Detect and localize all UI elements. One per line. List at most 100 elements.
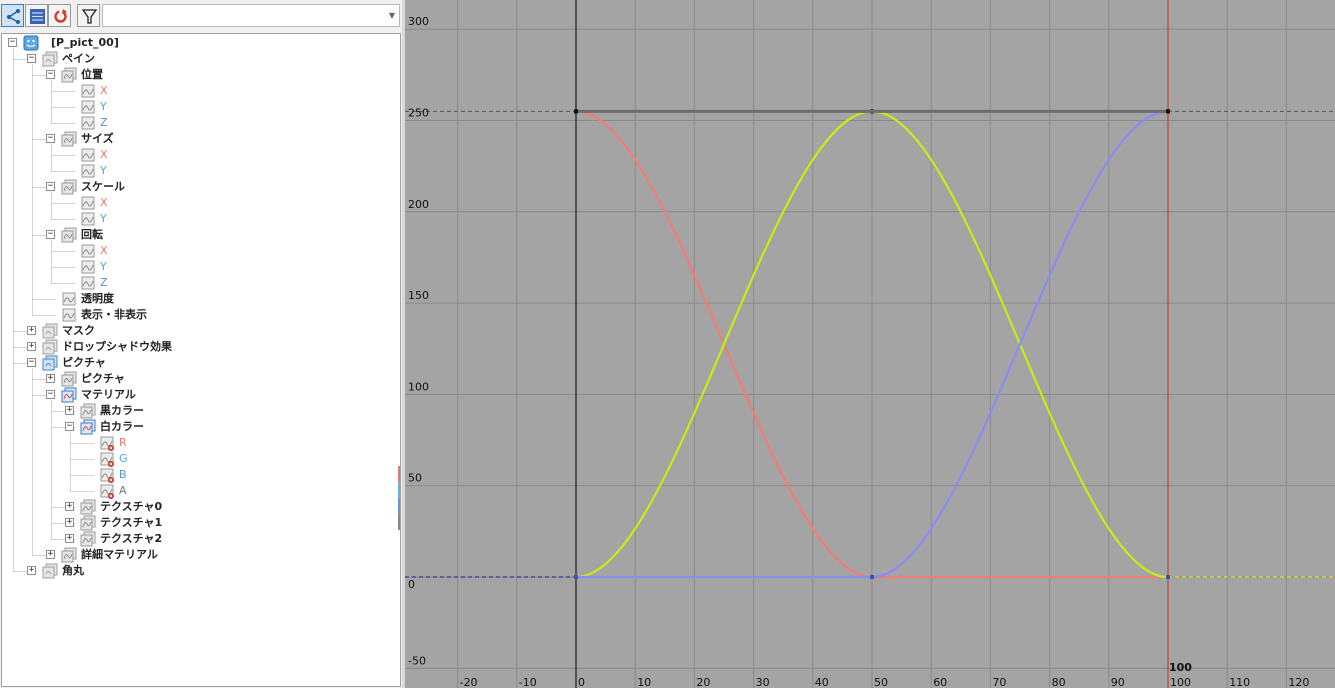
curve-icon bbox=[80, 99, 96, 115]
curve-key-icon bbox=[99, 467, 115, 483]
tree-node-rotation-z[interactable]: Z bbox=[2, 275, 398, 291]
collapse-toggle-icon[interactable]: − bbox=[46, 230, 55, 239]
expand-toggle-icon[interactable]: + bbox=[65, 502, 74, 511]
refresh-icon bbox=[54, 9, 67, 23]
tree-node-white-b[interactable]: B bbox=[2, 467, 398, 483]
tree-view-button[interactable] bbox=[1, 4, 24, 27]
tree-node-size-y[interactable]: Y bbox=[2, 163, 398, 179]
tree-node-visibility[interactable]: 表示・非表示 bbox=[2, 307, 398, 323]
filter-combo[interactable]: ▼ bbox=[102, 4, 400, 27]
expand-toggle-icon[interactable]: + bbox=[65, 518, 74, 527]
curve-group-icon bbox=[61, 67, 77, 83]
collapse-toggle-icon[interactable]: − bbox=[8, 38, 17, 47]
tree-node-texture2[interactable]: + テクスチャ2 bbox=[2, 531, 398, 547]
tree-node-position-x[interactable]: X bbox=[2, 83, 398, 99]
tree-node-rotation[interactable]: − 回転 bbox=[2, 227, 398, 243]
x-tick-label: 50 bbox=[874, 676, 888, 688]
x-tick-label: 10 bbox=[637, 676, 651, 688]
tree-node-position[interactable]: − 位置 bbox=[2, 67, 398, 83]
expand-toggle-icon[interactable]: + bbox=[27, 326, 36, 335]
tree-node-picture-sub[interactable]: + ピクチャ bbox=[2, 371, 398, 387]
tree-node-label: ピクチャ bbox=[62, 356, 106, 369]
tree-node-black-color[interactable]: + 黒カラー bbox=[2, 403, 398, 419]
tree-icon bbox=[7, 9, 20, 24]
tree-node-white-color[interactable]: − 白カラー bbox=[2, 419, 398, 435]
expand-toggle-icon[interactable]: + bbox=[65, 406, 74, 415]
tree-node-label: 詳細マテリアル bbox=[81, 548, 158, 561]
group-icon bbox=[42, 51, 58, 67]
refresh-button[interactable] bbox=[48, 4, 71, 27]
tree-node-position-z[interactable]: Z bbox=[2, 115, 398, 131]
collapse-toggle-icon[interactable]: − bbox=[46, 70, 55, 79]
y-tick-label: 0 bbox=[408, 578, 415, 591]
tree-node-label: X bbox=[100, 196, 108, 209]
tree-node-white-a[interactable]: A bbox=[2, 483, 398, 499]
filter-button[interactable] bbox=[77, 4, 100, 27]
curve-icon bbox=[61, 307, 77, 323]
filter-icon bbox=[81, 9, 98, 24]
chevron-down-icon[interactable]: ▼ bbox=[389, 11, 395, 20]
tree-node-label: A bbox=[119, 484, 127, 497]
expand-toggle-icon[interactable]: + bbox=[46, 374, 55, 383]
tree-node-white-g[interactable]: G bbox=[2, 451, 398, 467]
collapse-toggle-icon[interactable]: − bbox=[46, 134, 55, 143]
curve-graph[interactable]: -50 0 50 100 150 200 250 300 -20 -10 0 10 20 30 40 50 60… bbox=[405, 0, 1335, 688]
x-tick-label: 70 bbox=[992, 676, 1006, 688]
tree-node-label: R bbox=[119, 436, 127, 449]
tree-node-label: 表示・非表示 bbox=[81, 308, 147, 321]
keyframe-point bbox=[1166, 575, 1170, 579]
tree-node-pane[interactable]: − ペイン bbox=[2, 51, 398, 67]
curve-group-icon bbox=[61, 131, 77, 147]
y-tick-label: 150 bbox=[408, 289, 429, 302]
keyframe-point bbox=[574, 109, 578, 114]
list-view-button[interactable] bbox=[25, 4, 48, 27]
curve-group-icon bbox=[80, 499, 96, 515]
tree-node-label: Y bbox=[100, 164, 107, 177]
tree-node-label: サイズ bbox=[81, 132, 114, 145]
tree-node-rotation-y[interactable]: Y bbox=[2, 259, 398, 275]
tree-node-scale-y[interactable]: Y bbox=[2, 211, 398, 227]
tree-node-label: X bbox=[100, 148, 108, 161]
tree-node-rotation-x[interactable]: X bbox=[2, 243, 398, 259]
tree-node-scale-x[interactable]: X bbox=[2, 195, 398, 211]
tree-node-drop-shadow[interactable]: + ドロップシャドウ効果 bbox=[2, 339, 398, 355]
collapse-toggle-icon[interactable]: − bbox=[65, 422, 74, 431]
tree-node-scale[interactable]: − スケール bbox=[2, 179, 398, 195]
tree-node-texture1[interactable]: + テクスチャ1 bbox=[2, 515, 398, 531]
keyframe-point bbox=[870, 575, 874, 579]
curve-icon bbox=[80, 147, 96, 163]
curve-icon bbox=[80, 83, 96, 99]
tree-node-label: 白カラー bbox=[100, 420, 144, 433]
collapse-toggle-icon[interactable]: − bbox=[27, 358, 36, 367]
tree-node-white-r[interactable]: R bbox=[2, 435, 398, 451]
tree-node-rounded-corner[interactable]: + 角丸 bbox=[2, 563, 398, 579]
curve-group-icon bbox=[80, 403, 96, 419]
collapse-toggle-icon[interactable]: − bbox=[46, 182, 55, 191]
tree-node-texture0[interactable]: + テクスチャ0 bbox=[2, 499, 398, 515]
expand-toggle-icon[interactable]: + bbox=[46, 550, 55, 559]
tree-node-material[interactable]: − マテリアル bbox=[2, 387, 398, 403]
curve-group-icon bbox=[61, 227, 77, 243]
collapse-toggle-icon[interactable]: − bbox=[46, 390, 55, 399]
x-tick-label: -10 bbox=[519, 676, 537, 688]
expand-toggle-icon[interactable]: + bbox=[27, 566, 36, 575]
tree-node-size-x[interactable]: X bbox=[2, 147, 398, 163]
tree-node-label: ペイン bbox=[62, 52, 95, 65]
x-tick-label: 30 bbox=[756, 676, 770, 688]
toolbar: ▼ bbox=[0, 0, 403, 32]
curve-icon bbox=[80, 275, 96, 291]
tree-node-picture[interactable]: − ピクチャ bbox=[2, 355, 398, 371]
x-tick-label: 60 bbox=[933, 676, 947, 688]
tree-node-size[interactable]: − サイズ bbox=[2, 131, 398, 147]
tree-node-position-y[interactable]: Y bbox=[2, 99, 398, 115]
x-tick-label: 20 bbox=[696, 676, 710, 688]
tree-node-mask[interactable]: + マスク bbox=[2, 323, 398, 339]
y-tick-label: 100 bbox=[408, 380, 429, 393]
tree-node-root[interactable]: − [P_pict_00] bbox=[2, 35, 398, 51]
collapse-toggle-icon[interactable]: − bbox=[27, 54, 36, 63]
expand-toggle-icon[interactable]: + bbox=[27, 342, 36, 351]
tree-node-detail-material[interactable]: + 詳細マテリアル bbox=[2, 547, 398, 563]
curve-graph-canvas[interactable]: -50 0 50 100 150 200 250 300 -20 -10 0 10 20 30 40 50 60… bbox=[405, 0, 1335, 688]
expand-toggle-icon[interactable]: + bbox=[65, 534, 74, 543]
tree-node-opacity[interactable]: 透明度 bbox=[2, 291, 398, 307]
